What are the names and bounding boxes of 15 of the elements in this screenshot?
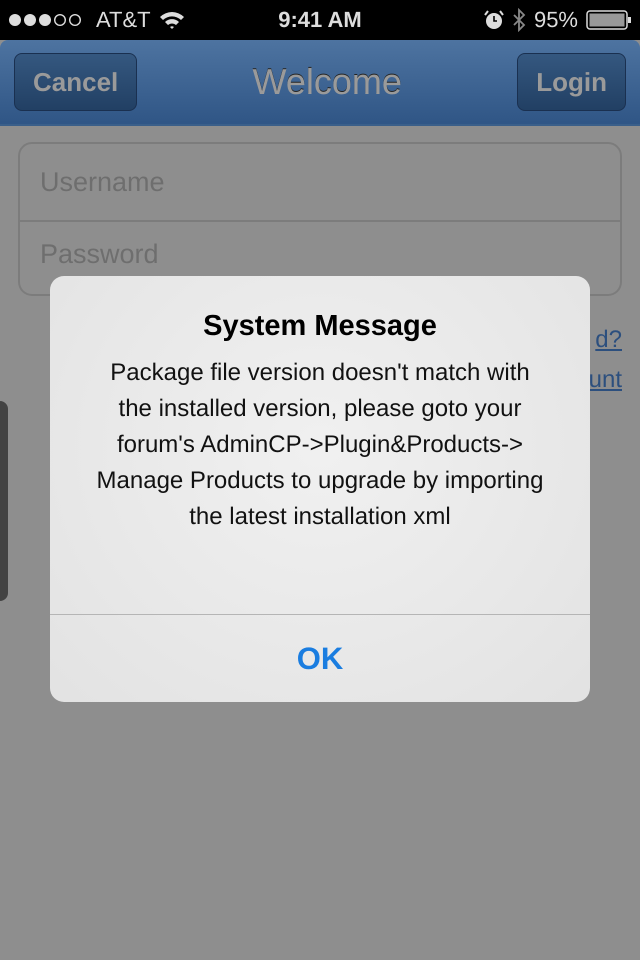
alarm-icon	[484, 10, 504, 30]
alert-title: System Message	[203, 310, 437, 343]
cancel-button[interactable]: Cancel	[14, 53, 138, 111]
login-button[interactable]: Login	[517, 53, 626, 111]
link[interactable]: d?	[595, 326, 622, 354]
nav-title: Welcome	[252, 61, 402, 103]
bluetooth-icon	[512, 8, 526, 32]
alert-message: Package file version doesn't match with the installed version, please goto your forum's AdminCP->Plugin&Products-> Manage Products to upgrade by importing the latest installation xml	[96, 358, 544, 532]
wifi-icon	[158, 10, 185, 30]
link[interactable]: unt	[588, 366, 622, 394]
status-time: 9:41 AM	[278, 7, 362, 33]
carrier-name: AT&T	[96, 7, 151, 33]
ok-button[interactable]: OK	[50, 614, 590, 702]
battery-icon	[586, 10, 632, 30]
battery-percent: 95%	[534, 7, 578, 33]
